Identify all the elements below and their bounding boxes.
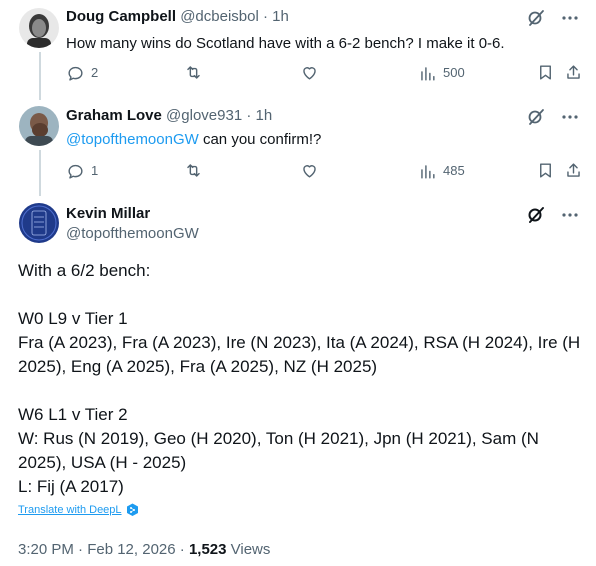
share-button[interactable] [564,161,583,180]
post-header: Doug Campbell @dcbeisbol · 1h [66,7,289,27]
main-post-text: With a 6/2 bench: W0 L9 v Tier 1 Fra (A … [18,259,588,499]
author-name[interactable]: Kevin Millar [66,205,150,222]
grok-slash-icon[interactable] [526,205,546,225]
more-dots-icon[interactable] [560,8,580,28]
views-total: 1,523 [188,541,227,558]
post-time[interactable]: 1h [256,107,273,124]
text-line [18,379,588,403]
post-actions: 1 485 [66,161,584,181]
post-top-icons [526,8,580,28]
retweet-button[interactable] [184,63,203,82]
post-top-icons [526,205,580,225]
post-header: Graham Love @glove931 · 1h [66,106,272,126]
thread-line-2 [39,150,41,196]
separator-dot: · [246,107,252,124]
reply-bubble-icon [68,164,83,179]
more-dots-icon[interactable] [560,107,580,127]
text-line: W6 L1 v Tier 2 [18,405,128,424]
analytics-bars-icon [421,164,435,179]
deepl-logo-icon [126,503,138,516]
views-button[interactable]: 485 [418,161,465,181]
retweet-button[interactable] [184,161,203,180]
author-handle[interactable]: @topofthemoonGW [66,225,199,242]
views-label: Views [226,541,271,558]
heart-icon [303,67,316,80]
author-handle[interactable]: @glove931 [166,107,242,124]
post-time[interactable]: 1h [272,8,289,25]
post-text-rest: can you confirm!? [198,131,322,148]
post-footer: 3:20 PM · Feb 12, 2026 · 1,523 Views [18,540,270,560]
author-handle[interactable]: @dcbeisbol [180,8,259,25]
post-top-icons [526,107,580,127]
author-name[interactable]: Doug Campbell [66,8,176,25]
retweet-icon [187,66,200,79]
views-button[interactable]: 500 [418,63,465,83]
retweet-icon [187,164,200,177]
post-header: Kevin Millar [66,204,150,224]
avatar[interactable] [19,8,59,48]
avatar[interactable] [19,106,59,146]
text-line: Fra (A 2023), Fra (A 2023), Ire (N 2023)… [18,333,581,376]
grok-slash-icon[interactable] [526,107,546,127]
bookmark-icon [540,163,551,178]
author-name[interactable]: Graham Love [66,107,162,124]
mention-link[interactable]: @topofthemoonGW [66,131,199,148]
reply-button[interactable]: 1 [66,161,98,181]
share-upload-icon [567,65,580,79]
post-actions: 2 500 [66,63,584,83]
separator-dot: · [262,8,268,25]
translate-link[interactable]: Translate with DeepL [18,503,139,517]
bookmark-button[interactable] [536,161,555,180]
views-count: 500 [443,65,465,80]
more-dots-icon[interactable] [560,205,580,225]
translate-label: Translate with DeepL [18,504,122,516]
heart-icon [303,165,316,178]
reply-button[interactable]: 2 [66,63,98,83]
text-line [18,283,588,307]
author-handle-row: @topofthemoonGW [66,224,199,244]
text-line: With a 6/2 bench: [18,261,151,280]
grok-slash-icon[interactable] [526,8,546,28]
text-line: W0 L9 v Tier 1 [18,309,128,328]
post-text: How many wins do Scotland have with a 6-… [66,35,505,52]
bookmark-icon [540,65,551,80]
share-button[interactable] [564,63,583,82]
like-button[interactable] [300,161,319,180]
like-button[interactable] [300,63,319,82]
text-line: W: Rus (N 2019), Geo (H 2020), Ton (H 20… [18,429,539,472]
reply-count: 1 [91,163,99,178]
share-upload-icon [567,163,580,177]
post-text: @topofthemoonGW can you confirm!? [66,130,576,150]
reply-count: 2 [91,65,99,80]
text-line: L: Fij (A 2017) [18,477,124,496]
reply-bubble-icon [68,66,83,81]
post-timestamp[interactable]: 3:20 PM · Feb 12, 2026 · [18,541,189,558]
avatar[interactable] [19,203,59,243]
thread-line-1 [39,52,41,100]
views-count: 485 [443,163,465,178]
analytics-bars-icon [421,66,435,81]
bookmark-button[interactable] [536,63,555,82]
